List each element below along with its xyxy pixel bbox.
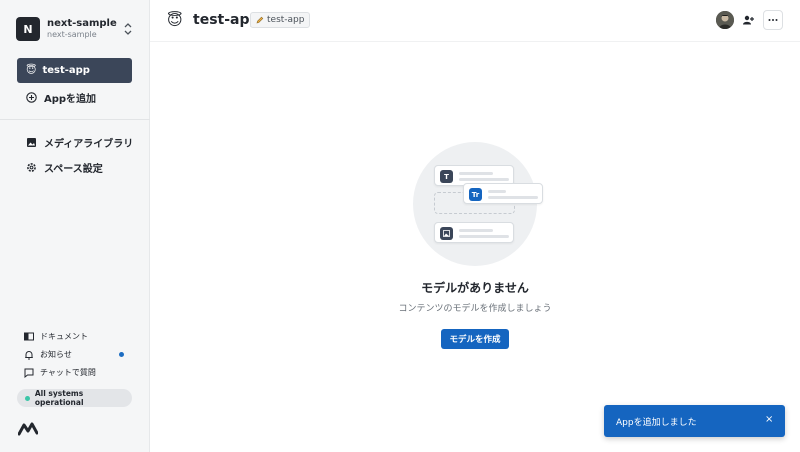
news-label: お知らせ xyxy=(40,350,72,359)
docs-link[interactable]: ドキュメント xyxy=(24,331,88,342)
illustration-card-media xyxy=(434,222,514,243)
toast-message: Appを追加しました xyxy=(616,417,697,428)
toast-notification: Appを追加しました × xyxy=(604,405,785,437)
avatar-image-icon xyxy=(716,11,734,29)
space-avatar: N xyxy=(16,17,40,41)
divider xyxy=(0,119,150,120)
news-link[interactable]: お知らせ xyxy=(24,349,72,360)
chat-support-label: チャットで質問 xyxy=(40,368,96,377)
placeholder-bar xyxy=(488,190,506,193)
chat-icon xyxy=(24,368,34,378)
app-id-label: test-app xyxy=(267,15,305,25)
add-app-label: Appを追加 xyxy=(44,94,97,105)
pencil-icon xyxy=(256,16,264,24)
rich-text-field-icon: Tr xyxy=(469,188,482,201)
media-field-icon xyxy=(440,227,453,240)
user-avatar[interactable] xyxy=(716,11,734,29)
placeholder-bar xyxy=(459,178,509,181)
system-status-badge[interactable]: All systems operational xyxy=(17,389,132,407)
chevron-updown-icon xyxy=(124,23,132,35)
sidebar-item-app[interactable]: 😇 test-app xyxy=(17,58,132,83)
close-icon[interactable]: × xyxy=(765,415,775,425)
illustration-card-richtext: Tr xyxy=(463,183,543,204)
space-name: next-sample xyxy=(47,18,117,29)
sidebar-item-label: メディアライブラリ xyxy=(44,139,134,150)
book-icon xyxy=(24,332,34,341)
notification-badge xyxy=(119,352,124,357)
create-model-button[interactable]: モデルを作成 xyxy=(441,329,509,349)
docs-label: ドキュメント xyxy=(40,332,88,341)
empty-state-description: コンテンツのモデルを作成しましょう xyxy=(398,304,552,314)
status-text: All systems operational xyxy=(34,389,84,407)
gear-icon xyxy=(27,163,36,172)
app-header: 😇 test-app test-app xyxy=(150,0,800,42)
sidebar: N next-sample next-sample 😇 test-app App… xyxy=(0,0,150,452)
space-info: next-sample next-sample xyxy=(47,18,117,40)
placeholder-bar xyxy=(459,229,493,232)
placeholder-bar xyxy=(488,196,538,199)
brand-logo-icon xyxy=(18,422,38,436)
more-horizontal-icon xyxy=(768,19,778,21)
more-menu-button[interactable] xyxy=(763,10,783,30)
sidebar-item-space-settings[interactable]: スペース設定 xyxy=(26,160,103,175)
app-emoji-icon: 😇 xyxy=(26,65,37,76)
invite-member-icon[interactable] xyxy=(741,13,755,27)
image-icon xyxy=(27,138,36,147)
space-subdomain: next-sample xyxy=(47,30,97,39)
empty-state-title: モデルがありません xyxy=(421,281,529,295)
status-dot xyxy=(25,395,30,401)
app-emoji-icon: 😇 xyxy=(167,11,183,29)
placeholder-bar xyxy=(459,172,493,175)
placeholder-bar xyxy=(459,235,509,238)
sidebar-item-media-library[interactable]: メディアライブラリ xyxy=(26,135,133,150)
space-switcher[interactable]: N next-sample next-sample xyxy=(16,16,136,42)
edit-app-chip[interactable]: test-app xyxy=(250,12,311,28)
chat-support-link[interactable]: チャットで質問 xyxy=(24,367,96,378)
add-app-button[interactable]: Appを追加 xyxy=(26,90,96,105)
plus-circle-icon xyxy=(26,92,37,103)
bell-icon xyxy=(25,350,33,359)
sidebar-item-label: スペース設定 xyxy=(44,164,103,175)
sidebar-item-label: test-app xyxy=(42,65,90,76)
text-field-icon: T xyxy=(440,170,453,183)
